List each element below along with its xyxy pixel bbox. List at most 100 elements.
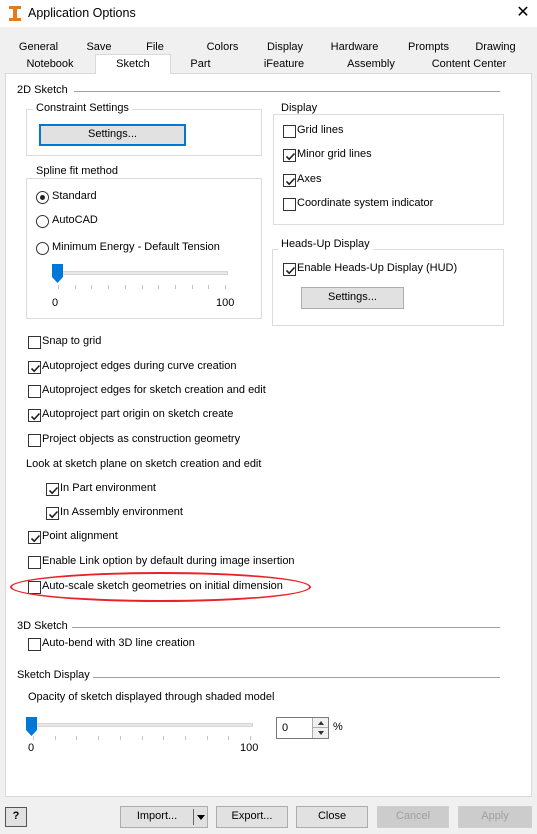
close-button[interactable]: Close — [296, 806, 368, 828]
axes-label: Axes — [297, 173, 322, 185]
tab-display[interactable]: Display — [261, 39, 309, 56]
project-objects-as-construction-geometry-label: Project objects as construction geometry — [42, 433, 241, 445]
checkbox-unchecked-icon[interactable] — [28, 385, 41, 398]
opacity-slider-tick — [76, 736, 77, 740]
checkbox-checked-icon[interactable] — [46, 507, 59, 520]
import-button[interactable]: Import... — [120, 806, 208, 828]
section-sketch-display-separator — [93, 677, 500, 678]
help-icon: ? — [12, 810, 20, 822]
section-sketch-display-label: Sketch Display — [17, 669, 90, 681]
point-alignment-label: Point alignment — [42, 530, 118, 542]
spline-tension-slider-thumb[interactable] — [52, 264, 63, 283]
spline-slider-tick — [158, 285, 159, 289]
in-part-environment-label: In Part environment — [60, 482, 156, 494]
hud-settings-button[interactable]: Settings... — [301, 287, 404, 309]
inventor-app-icon — [8, 5, 22, 22]
tab-sketch[interactable]: Sketch — [95, 54, 171, 74]
section-3d-sketch-label: 3D Sketch — [17, 620, 68, 632]
tab-assembly[interactable]: Assembly — [338, 56, 404, 73]
spline-slider-tick — [225, 285, 226, 289]
checkbox-checked-icon[interactable] — [283, 149, 296, 162]
cancel-button[interactable]: Cancel — [377, 806, 449, 828]
help-button[interactable]: ? — [5, 807, 27, 827]
opacity-slider-max-label: 100 — [240, 742, 259, 754]
radio-unselected-icon[interactable] — [36, 215, 49, 228]
autoproject-edges-during-curve-creation-label: Autoproject edges during curve creation — [42, 360, 237, 372]
opacity-unit-label: % — [333, 721, 343, 733]
spline-slider-max-label: 100 — [216, 297, 235, 309]
constraint-settings-label: Constraint Settings — [33, 102, 132, 114]
checkbox-checked-icon[interactable] — [28, 531, 41, 544]
checkbox-unchecked-icon[interactable] — [283, 125, 296, 138]
tab-hardware[interactable]: Hardware — [309, 39, 400, 56]
spline-standard-label: Standard — [52, 190, 97, 202]
snap-to-grid-label: Snap to grid — [42, 335, 102, 347]
opacity-label: Opacity of sketch displayed through shad… — [28, 691, 275, 703]
display-group-label: Display — [278, 102, 321, 114]
tab-ifeature[interactable]: iFeature — [230, 56, 338, 73]
spline-fit-label: Spline fit method — [33, 165, 121, 177]
coordinate-system-indicator-label: Coordinate system indicator — [297, 197, 434, 209]
checkbox-checked-icon[interactable] — [283, 263, 296, 276]
tab-general[interactable]: General — [5, 39, 72, 56]
opacity-slider-tick — [228, 736, 229, 740]
opacity-slider-tick — [120, 736, 121, 740]
spline-tension-slider-track[interactable] — [56, 271, 228, 275]
spin-up-icon[interactable] — [312, 718, 328, 728]
in-assembly-environment-label: In Assembly environment — [60, 506, 183, 518]
spline-slider-tick — [75, 285, 76, 289]
checkbox-unchecked-icon[interactable] — [28, 556, 41, 569]
checkbox-checked-icon[interactable] — [28, 409, 41, 422]
tab-part[interactable]: Part — [171, 56, 230, 73]
spline-slider-tick — [125, 285, 126, 289]
grid-lines-label: Grid lines — [297, 124, 344, 136]
spline-slider-tick — [142, 285, 143, 289]
tab-drawing[interactable]: Drawing — [457, 39, 534, 56]
opacity-slider-tick — [185, 736, 186, 740]
opacity-slider-tick — [142, 736, 143, 740]
spline-slider-tick — [175, 285, 176, 289]
checkbox-checked-icon[interactable] — [46, 483, 59, 496]
opacity-spin-value[interactable]: 0 — [282, 722, 288, 734]
opacity-slider-tick — [55, 736, 56, 740]
window-title: Application Options — [28, 6, 136, 20]
radio-unselected-icon[interactable] — [36, 242, 49, 255]
radio-selected-icon[interactable] — [36, 191, 49, 204]
hud-group-label: Heads-Up Display — [278, 238, 373, 250]
spline-minimum-energy-default-tension-label: Minimum Energy - Default Tension — [52, 241, 220, 253]
close-icon[interactable]: ✕ — [510, 3, 536, 25]
opacity-slider-track[interactable] — [31, 723, 253, 727]
tab-prompts[interactable]: Prompts — [400, 39, 457, 56]
tab-colors[interactable]: Colors — [184, 39, 261, 56]
autoproject-edges-for-sketch-creation-and-edit-label: Autoproject edges for sketch creation an… — [42, 384, 266, 396]
apply-button[interactable]: Apply — [458, 806, 532, 828]
autoproject-part-origin-on-sketch-create-label: Autoproject part origin on sketch create — [42, 408, 234, 420]
auto-bend-with-3d-line-creation-label: Auto-bend with 3D line creation — [42, 637, 195, 649]
checkbox-checked-icon[interactable] — [283, 174, 296, 187]
export-button[interactable]: Export... — [216, 806, 288, 828]
constraint-settings-button[interactable]: Settings... — [39, 124, 186, 146]
checkbox-unchecked-icon[interactable] — [283, 198, 296, 211]
opacity-spin-box[interactable]: 0 — [276, 717, 329, 739]
opacity-slider-thumb[interactable] — [26, 717, 37, 736]
chevron-down-icon[interactable] — [195, 807, 207, 834]
section-2d-sketch-label: 2D Sketch — [17, 84, 68, 96]
section-3d-sketch-separator — [72, 627, 500, 628]
tab-content-center[interactable]: Content Center — [404, 56, 534, 73]
minor-grid-lines-label: Minor grid lines — [297, 148, 372, 160]
opacity-slider-tick — [33, 736, 34, 740]
spline-slider-tick — [208, 285, 209, 289]
checkbox-unchecked-icon[interactable] — [28, 434, 41, 447]
spline-slider-tick — [91, 285, 92, 289]
highlight-annotation-ring — [10, 572, 311, 602]
checkbox-unchecked-icon[interactable] — [28, 336, 41, 349]
import-split-divider — [193, 809, 194, 825]
enable-link-option-by-default-during-image-insertion-label: Enable Link option by default during ima… — [42, 555, 295, 567]
opacity-slider-tick — [98, 736, 99, 740]
tab-notebook[interactable]: Notebook — [5, 56, 95, 73]
checkbox-unchecked-icon[interactable] — [28, 638, 41, 651]
checkbox-checked-icon[interactable] — [28, 361, 41, 374]
opacity-slider-tick — [250, 736, 251, 740]
spline-slider-tick — [108, 285, 109, 289]
spin-down-icon[interactable] — [312, 728, 328, 738]
